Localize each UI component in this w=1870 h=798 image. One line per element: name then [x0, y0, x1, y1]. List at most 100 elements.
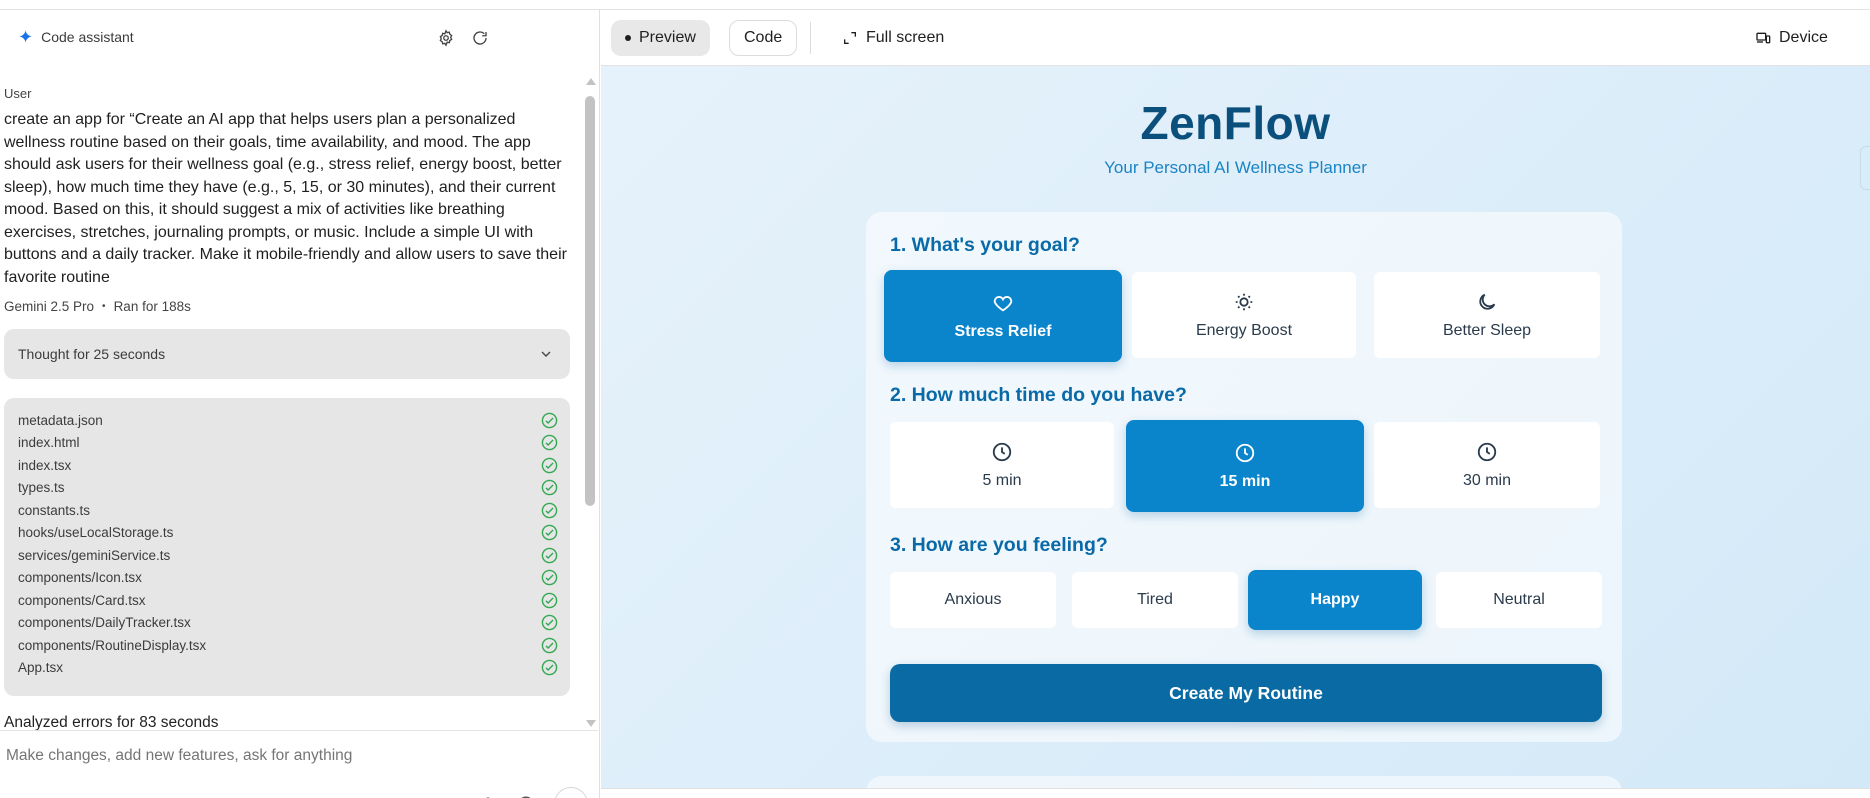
goal-label: Better Sleep	[1442, 321, 1532, 339]
send-button[interactable]	[554, 787, 588, 798]
tab-preview[interactable]: Preview	[611, 20, 710, 56]
next-card	[866, 776, 1622, 788]
file-item[interactable]: App.tsx	[18, 657, 558, 679]
time-option-15-min[interactable]: 15 min	[1126, 420, 1364, 512]
check-circle-icon	[541, 457, 558, 473]
file-name: hooks/useLocalStorage.ts	[18, 525, 174, 540]
time-option-5-min[interactable]: 5 min	[890, 422, 1114, 508]
device-button[interactable]: Device	[1741, 20, 1842, 56]
mood-label: Neutral	[1493, 591, 1545, 608]
settings-button[interactable]	[434, 26, 458, 50]
check-circle-icon	[541, 547, 558, 563]
tab-code-label: Code	[744, 29, 783, 46]
full-screen-label: Full screen	[866, 29, 945, 46]
file-name: components/Icon.tsx	[18, 570, 142, 585]
scrollbar-thumb[interactable]	[585, 96, 595, 506]
thought-label: Thought for 25 seconds	[18, 346, 166, 362]
file-item[interactable]: index.tsx	[18, 454, 558, 476]
file-name: services/geminiService.ts	[18, 547, 171, 563]
question-goal: 1. What's your goal?	[890, 234, 1080, 256]
app-subtitle: Your Personal AI Wellness Planner	[1104, 158, 1367, 177]
chat-scrollbar[interactable]	[584, 76, 596, 732]
file-item[interactable]: metadata.json	[18, 409, 558, 431]
check-circle-icon	[541, 412, 558, 428]
file-item[interactable]: components/DailyTracker.tsx	[18, 612, 558, 634]
file-item[interactable]: types.ts	[18, 477, 558, 499]
user-label: User	[4, 86, 32, 101]
run-time: Ran for 188s	[113, 299, 191, 314]
window-top-bar	[0, 0, 1870, 10]
check-circle-icon	[541, 434, 558, 451]
scroll-down-arrow-icon[interactable]	[586, 720, 596, 727]
sparkle-icon: ✦	[18, 27, 34, 47]
mood-option-tired[interactable]: Tired	[1072, 572, 1238, 628]
scroll-up-arrow-icon[interactable]	[586, 78, 596, 85]
app-title: ZenFlow	[1140, 97, 1331, 149]
file-name: index.html	[18, 435, 80, 450]
goal-label: Stress Relief	[954, 322, 1052, 340]
create-routine-button[interactable]: Create My Routine	[890, 664, 1602, 722]
file-name: components/RoutineDisplay.tsx	[18, 637, 207, 653]
file-item[interactable]: components/Card.tsx	[18, 589, 558, 611]
file-name: metadata.json	[18, 412, 103, 428]
file-item[interactable]: components/RoutineDisplay.tsx	[18, 634, 558, 656]
goal-option-stress-relief[interactable]: Stress Relief	[884, 270, 1122, 362]
device-label: Device	[1779, 29, 1828, 46]
file-item[interactable]: services/geminiService.ts	[18, 544, 558, 566]
file-name: constants.ts	[18, 502, 91, 518]
question-time: 2. How much time do you have?	[890, 384, 1187, 406]
file-item[interactable]: components/Icon.tsx	[18, 567, 558, 589]
assistant-title: Code assistant	[41, 29, 134, 45]
check-circle-icon	[541, 502, 558, 518]
add-button[interactable]	[516, 794, 536, 798]
model-name: Gemini 2.5 Pro	[4, 299, 95, 314]
chat-input[interactable]	[6, 747, 566, 765]
file-item[interactable]: index.html	[18, 432, 558, 454]
run-meta: Gemini 2.5 Pro • Ran for 188s	[4, 299, 191, 314]
input-actions	[478, 787, 588, 798]
refresh-button[interactable]	[468, 26, 492, 50]
tab-preview-label: Preview	[639, 29, 696, 46]
goal-option-energy-boost[interactable]: Energy Boost	[1132, 272, 1356, 358]
question-mood: 3. How are you feeling?	[890, 534, 1108, 556]
file-name: components/Card.tsx	[18, 592, 146, 608]
mood-option-happy[interactable]: Happy	[1248, 570, 1422, 630]
heart-icon	[993, 295, 1013, 311]
gear-icon	[439, 29, 453, 47]
check-circle-icon	[541, 479, 558, 496]
clock-icon	[992, 442, 1012, 461]
assistant-brand: ✦ Code assistant	[18, 28, 134, 46]
chat-history: User create an app for “Create an AI app…	[0, 76, 580, 732]
time-label: 15 min	[1219, 472, 1271, 490]
separator-dot: •	[102, 301, 106, 312]
mood-option-anxious[interactable]: Anxious	[890, 572, 1056, 628]
mood-option-neutral[interactable]: Neutral	[1436, 572, 1602, 628]
time-option-30-min[interactable]: 30 min	[1374, 422, 1600, 508]
tab-code[interactable]: Code	[729, 20, 798, 56]
user-prompt: create an app for “Create an AI app that…	[4, 111, 567, 286]
sun-icon	[1235, 293, 1253, 310]
mood-label: Anxious	[944, 591, 1002, 608]
thought-accordion[interactable]: Thought for 25 seconds	[4, 329, 570, 379]
microphone-button[interactable]	[478, 794, 498, 798]
preview-toolbar: Preview Code Full screen Device	[601, 10, 1870, 66]
file-item[interactable]: constants.ts	[18, 499, 558, 521]
file-name: index.tsx	[18, 457, 72, 473]
file-item[interactable]: hooks/useLocalStorage.ts	[18, 522, 558, 544]
time-label: 5 min	[982, 471, 1022, 489]
expand-icon	[844, 32, 856, 44]
planner-card: 1. What's your goal? Stress Relief Energ…	[866, 212, 1622, 742]
full-screen-button[interactable]: Full screen	[828, 20, 958, 56]
mood-label: Happy	[1310, 591, 1360, 608]
file-name: components/DailyTracker.tsx	[18, 615, 191, 630]
assistant-panel: ✦ Code assistant User create an app for …	[0, 10, 600, 798]
check-circle-icon	[541, 524, 558, 541]
goal-option-better-sleep[interactable]: Better Sleep	[1374, 272, 1600, 358]
check-circle-icon	[541, 637, 558, 653]
file-name: App.tsx	[18, 660, 64, 675]
clock-icon	[1477, 442, 1497, 461]
time-label: 30 min	[1462, 471, 1512, 489]
check-circle-icon	[541, 592, 558, 608]
check-circle-icon	[541, 614, 558, 631]
mood-label: Tired	[1137, 591, 1173, 608]
